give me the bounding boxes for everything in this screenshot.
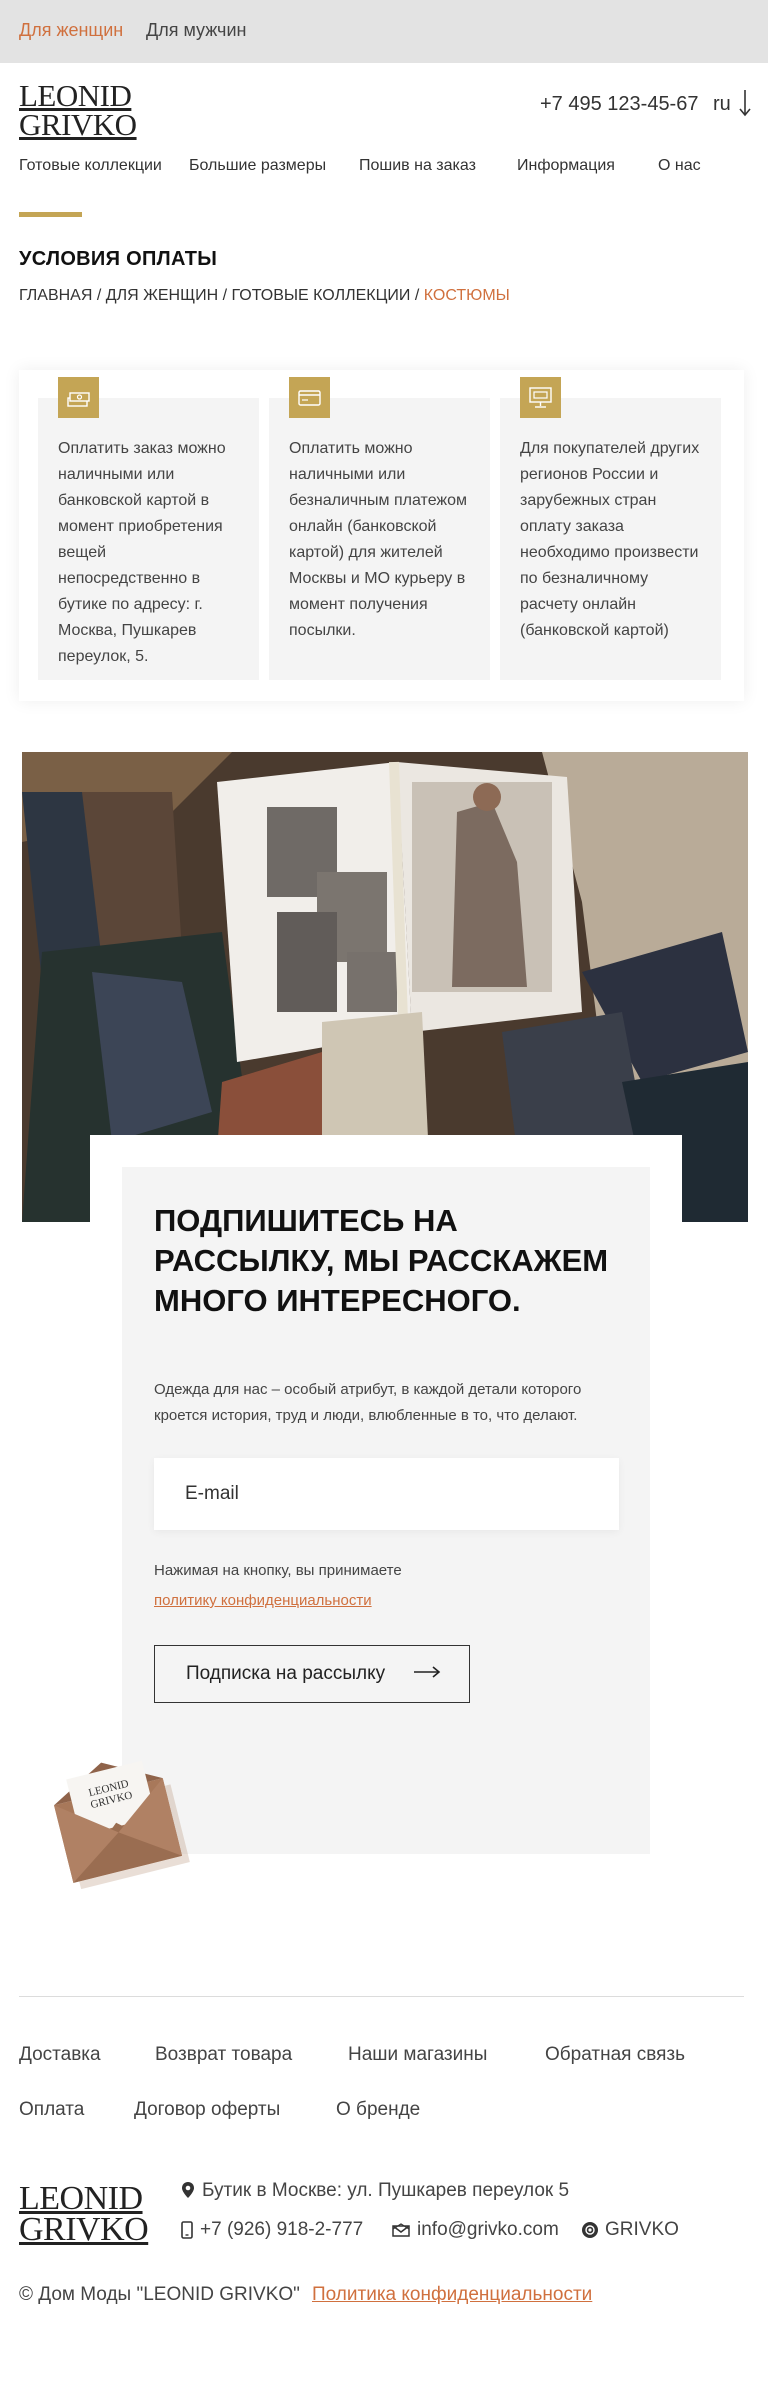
instagram-icon[interactable] (581, 2221, 599, 2239)
footer-email[interactable]: info@grivko.com (417, 2219, 559, 2241)
footer-link-payment[interactable]: Оплата (19, 2099, 84, 2121)
breadcrumb-home[interactable]: ГЛАВНАЯ (19, 287, 92, 304)
footer-phone[interactable]: +7 (926) 918-2-777 (200, 2219, 363, 2241)
subscribe-title: ПОДПИШИТЕСЬ НА РАССЫЛКУ, МЫ РАССКАЖЕМ МН… (154, 1203, 609, 1318)
page-title: УСЛОВИЯ ОПЛАТЫ (19, 248, 218, 270)
subscribe-button-label: Подписка на рассылку (186, 1663, 386, 1684)
title-accent-line (19, 212, 82, 217)
footer-link-delivery[interactable]: Доставка (19, 2044, 101, 2066)
nav-tailoring[interactable]: Пошив на заказ (359, 157, 476, 175)
breadcrumb-separator: / (96, 287, 102, 304)
card-icon (289, 377, 330, 418)
mail-icon (392, 2223, 410, 2237)
privacy-policy-link[interactable]: политику конфиденциальности (154, 1592, 372, 1609)
online-payment-icon (520, 377, 561, 418)
breadcrumb-for-women[interactable]: ДЛЯ ЖЕНЩИН (106, 287, 218, 304)
cash-icon (58, 377, 99, 418)
email-field[interactable] (154, 1458, 619, 1530)
phone-icon (181, 2221, 193, 2239)
breadcrumb: ГЛАВНАЯ / ДЛЯ ЖЕНЩИН / ГОТОВЫЕ КОЛЛЕКЦИИ… (19, 287, 510, 305)
header-logo[interactable]: LEONID GRIVKO (19, 80, 137, 142)
arrow-down-icon[interactable] (738, 88, 752, 118)
nav-plus-sizes[interactable]: Большие размеры (189, 157, 326, 175)
arrow-right-icon (414, 1666, 441, 1678)
nav-information[interactable]: Информация (517, 157, 615, 175)
header-phone[interactable]: +7 495 123-45-67 (540, 93, 698, 116)
payment-text-boutique: Оплатить заказ можно наличными или банко… (58, 440, 226, 665)
breadcrumb-current: КОСТЮМЫ (423, 287, 510, 304)
tab-for-men[interactable]: Для мужчин (146, 20, 246, 41)
footer-address: Бутик в Москве: ул. Пушкарев переулок 5 (202, 2180, 570, 2201)
footer-link-stores[interactable]: Наши магазины (348, 2044, 487, 2066)
tab-for-women[interactable]: Для женщин (19, 20, 123, 41)
footer-privacy-policy-link[interactable]: Политика конфиденциальности (312, 2284, 592, 2306)
logo-line-2: GRIVKO (19, 106, 137, 142)
footer-link-offer[interactable]: Договор оферты (134, 2099, 280, 2121)
location-pin-icon (182, 2182, 194, 2198)
footer-link-returns[interactable]: Возврат товара (155, 2044, 292, 2066)
nav-ready-collections[interactable]: Готовые коллекции (19, 157, 162, 175)
copyright: © Дом Моды "LEONID GRIVKO" (19, 2284, 300, 2305)
footer-logo-line-1: LEONID (19, 2180, 143, 2217)
breadcrumb-separator: / (222, 287, 228, 304)
payment-text-courier: Оплатить можно наличными или безналичным… (289, 440, 468, 639)
footer-logo[interactable]: LEONID GRIVKO (19, 2180, 149, 2249)
subscribe-button[interactable]: Подписка на рассылку (154, 1645, 470, 1703)
envelope-icon: LEONID GRIVKO (54, 1760, 190, 1890)
breadcrumb-ready-collections[interactable]: ГОТОВЫЕ КОЛЛЕКЦИИ (232, 287, 411, 304)
footer-logo-line-2: GRIVKO (19, 2211, 149, 2249)
subscribe-description: Одежда для нас – особый атрибут, в каждо… (154, 1381, 582, 1424)
footer-link-about-brand[interactable]: О бренде (336, 2099, 420, 2121)
consent-text: Нажимая на кнопку, вы принимаете (154, 1562, 402, 1579)
footer-link-feedback[interactable]: Обратная связь (545, 2044, 685, 2066)
language-selector[interactable]: ru (713, 93, 731, 116)
footer-brand-social[interactable]: GRIVKO (605, 2219, 679, 2241)
payment-text-online: Для покупателей других регионов России и… (520, 440, 700, 639)
nav-about[interactable]: О нас (658, 157, 701, 175)
footer-divider (19, 1996, 744, 1997)
breadcrumb-separator: / (414, 287, 420, 304)
top-bar: Для женщин Для мужчин (0, 0, 768, 63)
